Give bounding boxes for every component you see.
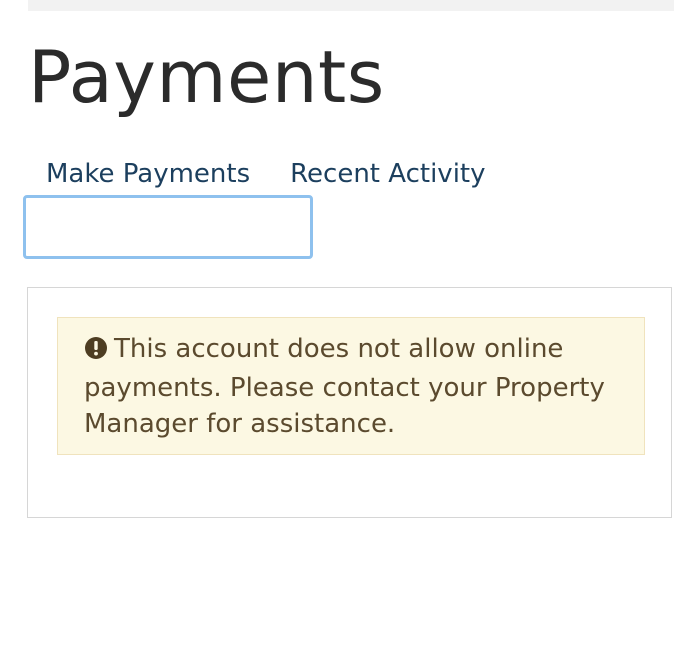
exclamation-circle-icon (84, 334, 108, 370)
alert-message: This account does not allow online payme… (84, 334, 605, 439)
tab-recent-activity[interactable]: Recent Activity (290, 156, 485, 192)
alert-text-block: This account does not allow online payme… (84, 331, 618, 442)
tab-make-payments[interactable]: Make Payments (46, 156, 250, 192)
page-title: Payments (28, 35, 385, 119)
payment-tabs: Make Payments Recent Activity (46, 156, 486, 192)
top-bar-strip (28, 0, 674, 11)
tab-focus-outline[interactable] (23, 195, 313, 259)
payments-panel: This account does not allow online payme… (27, 287, 672, 518)
warning-alert: This account does not allow online payme… (57, 317, 645, 455)
